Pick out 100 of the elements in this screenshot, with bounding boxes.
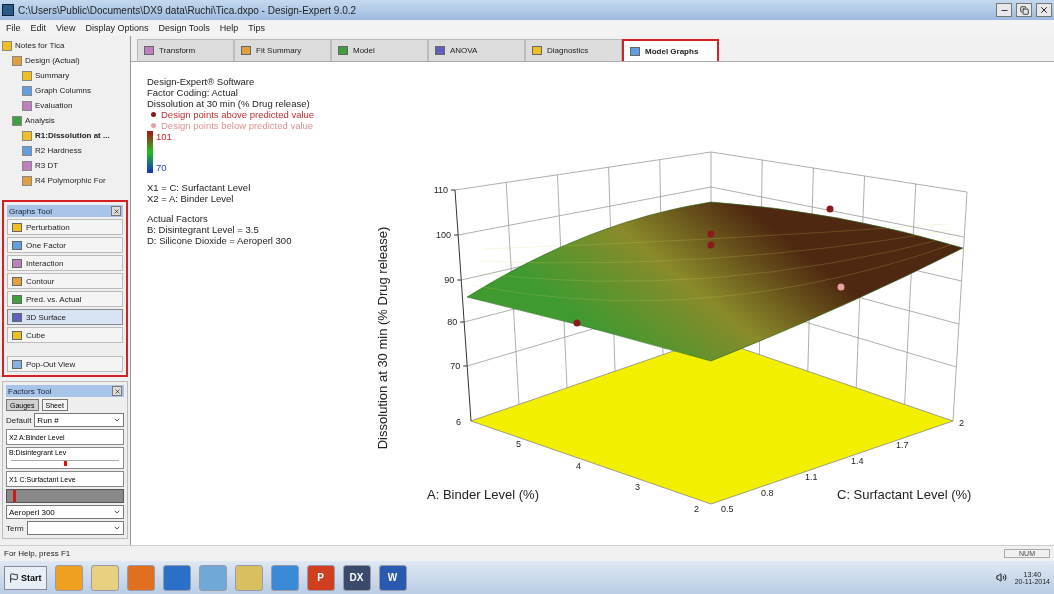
tab-icon [338,46,348,55]
graph-type-button[interactable]: Perturbation [7,219,123,235]
window-icon [12,359,22,369]
gauge-thumb[interactable] [12,490,16,502]
view-tab[interactable]: ANOVA [428,39,525,61]
close-icon [113,387,121,395]
tree-item[interactable]: R1:Dissolution at ... [35,131,110,140]
c-tick-label: 0.5 [721,504,734,514]
menu-item[interactable]: View [56,23,76,33]
taskbar-app[interactable] [126,564,155,591]
menu-item[interactable]: File [6,23,21,33]
c-tick-label: 1.1 [805,472,818,482]
slider-thumb[interactable] [64,461,67,466]
taskbar-app[interactable]: P [306,564,335,591]
tree-node-icon [22,100,32,111]
tree-node-icon [22,175,32,186]
legend-heading: Actual Factors [147,213,209,224]
taskbar-app[interactable] [234,564,263,591]
graph-type-button[interactable]: Cube [7,327,123,343]
window-title: C:\Users\Public\Documents\DX9 data\Ruchi\Tica.dxpo - Design-Expert 9.0.2 [18,4,358,16]
legend-text: Design points below predicted value [161,120,314,131]
volume-icon[interactable] [995,572,1007,583]
term-label: Term [6,523,24,533]
start-button[interactable]: Start [4,565,47,590]
c-tick-label: 0.8 [761,488,774,498]
view-tab[interactable]: Transform [137,39,234,61]
taskbar-app[interactable] [198,564,227,591]
graph-type-button[interactable]: Pred. vs. Actual [7,291,123,307]
tree-item[interactable]: Graph Columns [35,86,92,95]
color-scale [147,131,153,173]
taskbar-app[interactable]: W [378,564,407,591]
tree-item[interactable]: Summary [35,71,70,80]
legend-text: X1 = C: Surfactant Level [147,182,252,193]
design-point [573,319,581,327]
a-tick-label: 6 [456,417,461,427]
tree-item[interactable]: Analysis [25,116,55,125]
menu-item[interactable]: Design Tools [158,23,210,33]
tree-item[interactable]: Design (Actual) [25,56,80,65]
view-tab[interactable]: Model [331,39,428,61]
view-tab[interactable]: Diagnostics [525,39,622,61]
tree-item[interactable]: Notes for Tica [15,41,65,50]
tab-icon [144,46,154,55]
restore-icon [1019,5,1029,15]
design-point [707,241,715,249]
z-tick-label: 90 [444,275,455,285]
taskbar-app[interactable] [270,564,299,591]
a-tick-label: 3 [635,482,640,492]
menu-item[interactable]: Edit [30,23,47,33]
design-point [837,283,845,291]
legend-text: Design points above predicted value [161,109,315,120]
tree-item[interactable]: R2 Hardness [35,146,82,155]
graph-type-button[interactable]: Interaction [7,255,123,271]
legend-text: Factor Coding: Actual [147,87,239,98]
menu-item[interactable]: Tips [248,23,265,33]
minimize-button[interactable] [996,3,1012,17]
taskbar-app[interactable] [90,564,119,591]
taskbar-app[interactable]: DX [342,564,371,591]
category-select[interactable]: Aeroperl 300 [6,505,124,519]
tab-icon [630,46,640,56]
run-select[interactable]: Run # [34,413,124,427]
view-tab[interactable]: Model Graphs [622,39,719,61]
tree-node-icon [22,160,32,171]
close-button[interactable] [1036,3,1052,17]
tab-icon [435,46,445,55]
c-tick-label: 2 [959,418,964,428]
tree-node-icon [22,85,32,96]
c-tick-label: 1.7 [896,440,909,450]
default-label: Default [6,415,32,425]
tree-item[interactable]: R3 DT [35,161,59,170]
menu-item[interactable]: Help [219,23,239,33]
graph-type-button[interactable]: 3D Surface [7,309,123,325]
z-axis-title: Dissolution at 30 min (% Drug release) [375,226,390,450]
graph-type-button[interactable]: One Factor [7,237,123,253]
restore-button[interactable] [1016,3,1032,17]
menu-item[interactable]: Display Options [85,23,149,33]
z-tick-label: 70 [450,361,461,371]
status-text: For Help, press F1 [4,549,71,558]
z-tick-label: 110 [433,185,448,195]
tree-node-icon [12,115,22,126]
taskbar-app[interactable] [162,564,191,591]
taskbar-app[interactable] [54,564,83,591]
tree-node-icon [2,40,12,51]
app-icon [2,4,14,16]
a-tick-label: 5 [516,439,521,449]
scale-high-label: 101 [156,131,172,142]
term-select[interactable] [26,521,124,535]
scale-low-label: 70 [156,162,168,173]
factor-gauge[interactable] [6,489,124,503]
legend-text: Design-Expert® Software [147,76,256,87]
tree-item[interactable]: Evaluation [35,101,73,110]
panel-title: Graphs Tool [9,206,52,216]
tree-item[interactable]: R4 Polymorphic For [35,176,106,185]
close-icon [1039,5,1049,15]
c-axis-title: C: Surfactant Level (%) [837,487,972,502]
a-tick-label: 4 [576,461,581,471]
pop-out-button[interactable]: Pop-Out View [7,356,123,372]
tree-node-icon [22,70,32,81]
graph-type-button[interactable]: Contour [7,273,123,289]
view-tab[interactable]: Fit Summary [234,39,331,61]
close-icon [112,207,120,215]
